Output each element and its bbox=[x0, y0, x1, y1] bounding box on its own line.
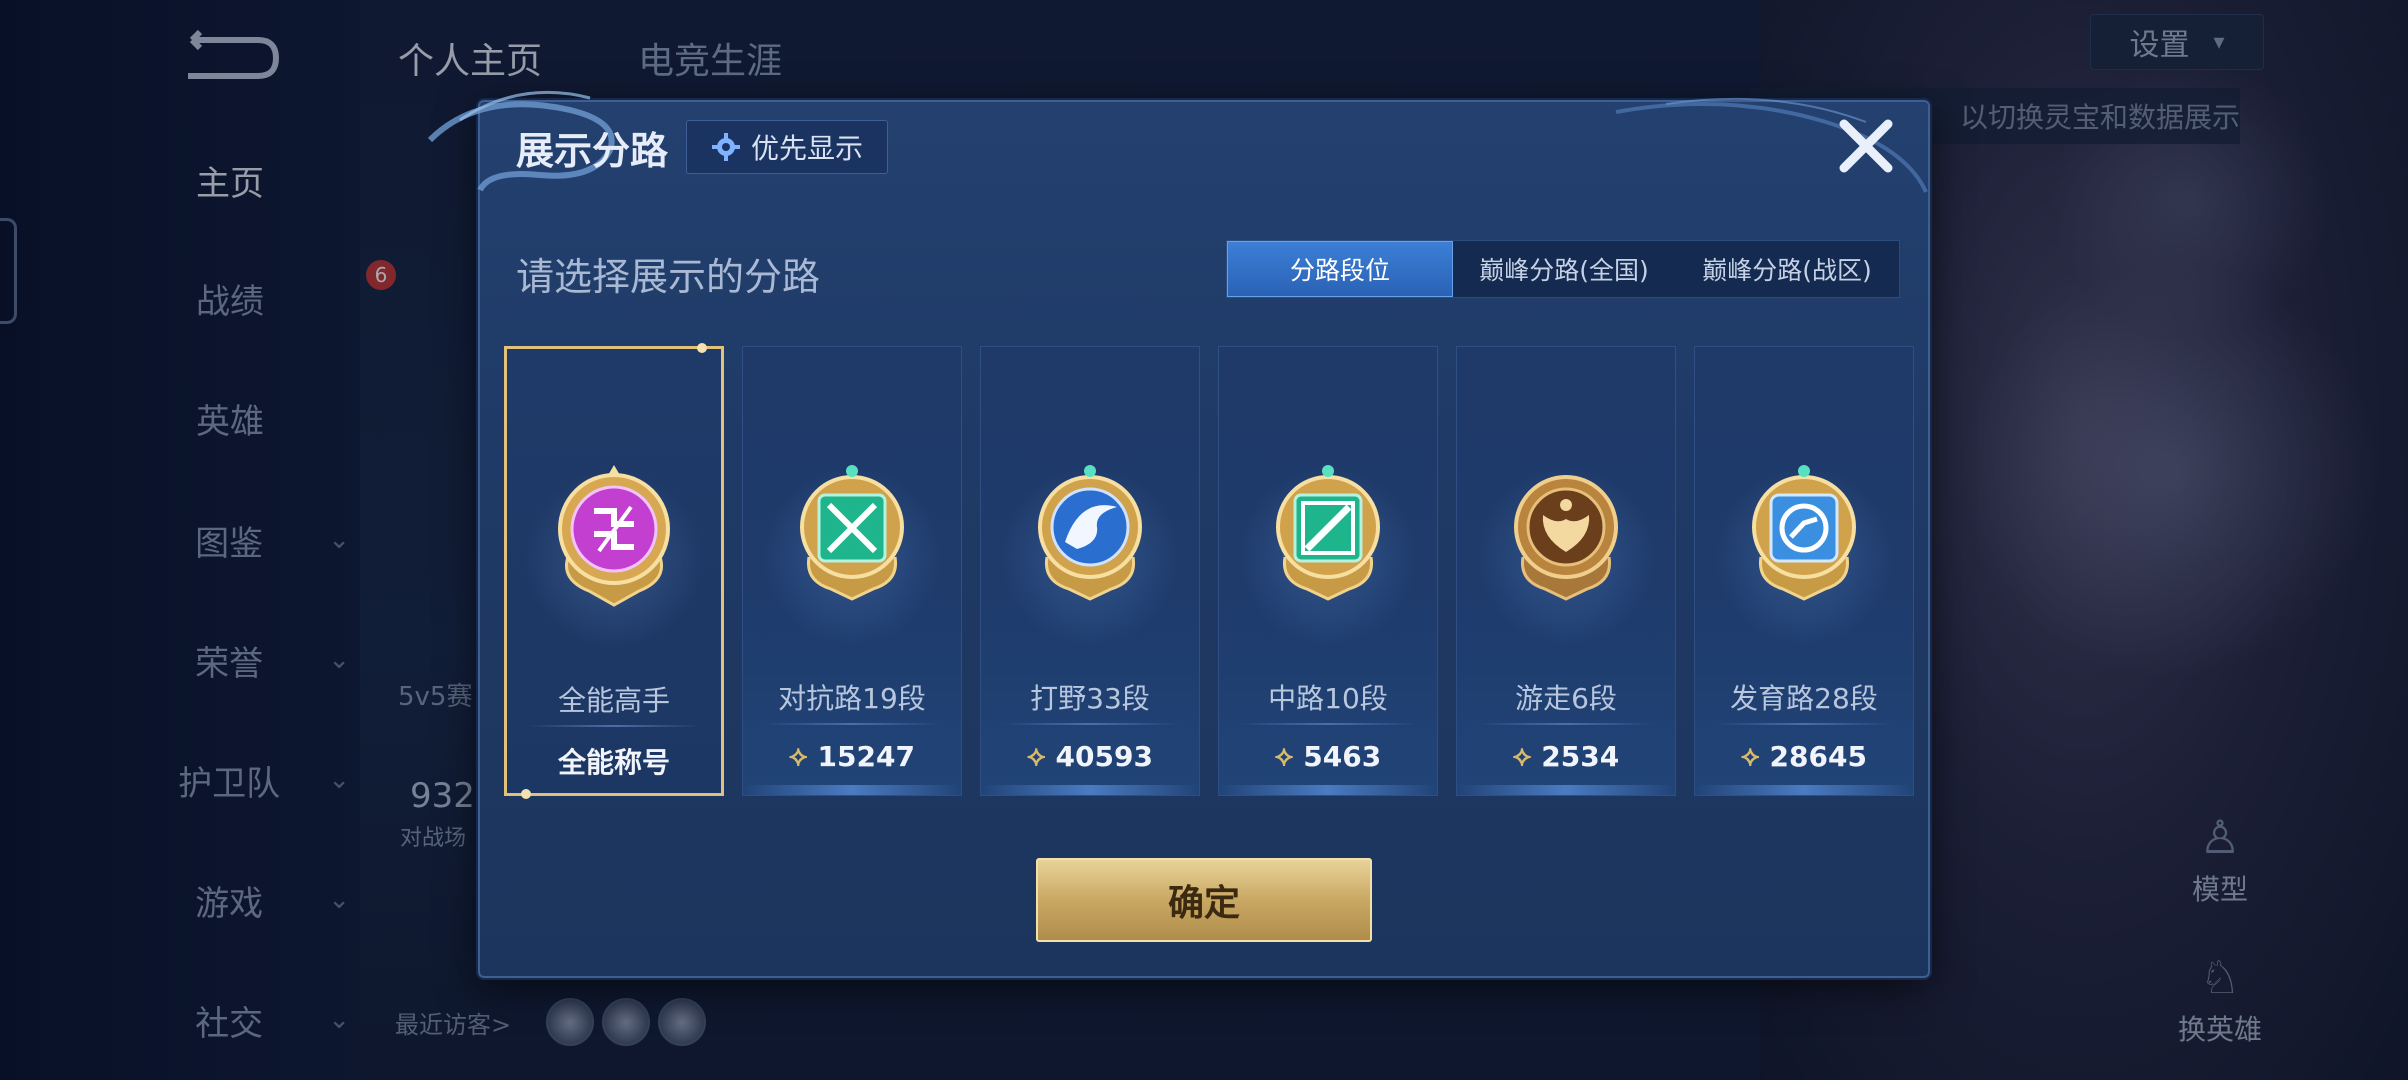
lane-name: 打野33段 bbox=[1030, 682, 1150, 715]
lane-card-farm[interactable]: 发育路28段 ⟡ 28645 bbox=[1694, 346, 1914, 796]
lane-value: ⟡ 2534 bbox=[1457, 739, 1675, 773]
divider bbox=[763, 723, 941, 725]
lane-value-text: 28645 bbox=[1769, 739, 1867, 773]
lane-value-text: 15247 bbox=[817, 739, 915, 773]
lane-value: ⟡ 15247 bbox=[743, 739, 961, 773]
lane-value: 全能称号 bbox=[507, 741, 721, 781]
divider bbox=[1239, 723, 1417, 725]
lane-value-text: 40593 bbox=[1055, 739, 1153, 773]
divider bbox=[1477, 723, 1655, 725]
lane-name: 游走6段 bbox=[1515, 682, 1617, 715]
lane-value-text: 2534 bbox=[1541, 739, 1620, 773]
jungle-emblem-icon bbox=[1038, 465, 1142, 601]
selection-corner bbox=[521, 789, 531, 799]
lane-card-mid[interactable]: 中路10段 ⟡ 5463 bbox=[1218, 346, 1438, 796]
selection-corner bbox=[697, 343, 707, 353]
all-round-emblem-icon bbox=[558, 465, 670, 607]
close-icon[interactable] bbox=[1834, 114, 1898, 178]
priority-display-label: 优先显示 bbox=[750, 132, 863, 165]
lane-name: 发育路28段 bbox=[1730, 682, 1878, 715]
divider bbox=[1715, 723, 1893, 725]
divider bbox=[1001, 723, 1179, 725]
card-shine bbox=[743, 785, 961, 795]
card-shine bbox=[1695, 785, 1913, 795]
lane-value-text: 全能称号 bbox=[557, 746, 670, 779]
mid-lane-emblem-icon bbox=[1276, 465, 1380, 601]
tab-peak-lane-national[interactable]: 巅峰分路(全国) bbox=[1453, 241, 1675, 297]
lane-name: 中路10段 bbox=[1268, 682, 1388, 715]
lane-card-all-round[interactable]: 全能高手 全能称号 bbox=[504, 343, 724, 799]
lane-display-dialog: 展示分路 优先显示 请选择展示的分路 分路段位 巅峰分路(全国) 巅峰分路(战区… bbox=[427, 90, 1930, 978]
lane-value-text: 5463 bbox=[1303, 739, 1382, 773]
tab-peak-lane-region[interactable]: 巅峰分路(战区) bbox=[1675, 241, 1899, 297]
roam-emblem-icon bbox=[1514, 475, 1618, 601]
card-shine bbox=[1219, 785, 1437, 795]
dialog-subtitle: 请选择展示的分路 bbox=[516, 255, 821, 299]
dialog-title: 展示分路 bbox=[516, 129, 669, 173]
lane-name: 对抗路19段 bbox=[778, 682, 926, 715]
confirm-label: 确定 bbox=[1167, 883, 1240, 924]
clash-lane-emblem-icon bbox=[800, 465, 904, 601]
lane-value: ⟡ 40593 bbox=[981, 739, 1199, 773]
lane-value: ⟡ 5463 bbox=[1219, 739, 1437, 773]
farm-lane-emblem-icon bbox=[1752, 465, 1856, 601]
rank-points-icon: ⟡ bbox=[1274, 739, 1294, 772]
card-shine bbox=[981, 785, 1199, 795]
rank-points-icon: ⟡ bbox=[1741, 739, 1760, 772]
confirm-button[interactable]: 确定 bbox=[1036, 858, 1372, 942]
lane-card-roam[interactable]: 游走6段 ⟡ 2534 bbox=[1456, 346, 1676, 796]
lane-card-list: 全能高手 全能称号 对抗路19段 ⟡ 15247 打野33段 ⟡ 40593 中… bbox=[504, 343, 1914, 799]
rank-points-icon: ⟡ bbox=[1027, 739, 1046, 772]
tab-lane-rank[interactable]: 分路段位 bbox=[1227, 241, 1453, 297]
lane-card-jungle[interactable]: 打野33段 ⟡ 40593 bbox=[980, 346, 1200, 796]
rank-points-icon: ⟡ bbox=[789, 739, 808, 772]
lane-name: 全能高手 bbox=[557, 684, 670, 717]
divider bbox=[527, 725, 701, 727]
priority-display-button[interactable]: 优先显示 bbox=[686, 120, 888, 174]
rank-points-icon: ⟡ bbox=[1512, 739, 1532, 772]
ranking-type-tabs: 分路段位 巅峰分路(全国) 巅峰分路(战区) bbox=[1226, 240, 1900, 298]
card-shine bbox=[1457, 785, 1675, 795]
gear-icon bbox=[711, 133, 740, 161]
lane-card-clash[interactable]: 对抗路19段 ⟡ 15247 bbox=[742, 346, 962, 796]
lane-value: ⟡ 28645 bbox=[1695, 739, 1913, 773]
